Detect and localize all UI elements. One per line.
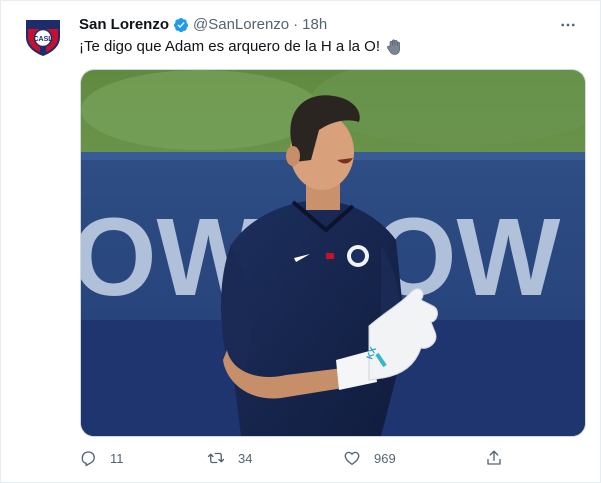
tweet-text: ¡Te digo que Adam es arquero de la H a l… bbox=[79, 38, 381, 55]
avatar[interactable]: CASL bbox=[23, 17, 63, 57]
like-icon bbox=[344, 451, 360, 466]
goalkeeper-photo: OW OW KX bbox=[81, 70, 585, 436]
like-button[interactable]: 969 bbox=[343, 447, 396, 469]
more-icon bbox=[561, 23, 575, 27]
reply-button[interactable]: 11 bbox=[79, 447, 124, 469]
reply-count: 11 bbox=[110, 450, 124, 466]
retweet-button[interactable]: 34 bbox=[207, 447, 252, 469]
svg-text:CASL: CASL bbox=[33, 36, 53, 43]
tweet-header: San Lorenzo @SanLorenzo · 18h bbox=[79, 15, 580, 35]
timestamp[interactable]: 18h bbox=[302, 15, 327, 35]
share-button[interactable] bbox=[485, 447, 503, 469]
club-crest-icon: CASL bbox=[26, 20, 60, 56]
separator-dot: · bbox=[293, 16, 299, 33]
tweet-text-row: ¡Te digo que Adam es arquero de la H a l… bbox=[79, 37, 403, 57]
tweet-card[interactable]: CASL San Lorenzo @SanLorenzo · 18h ¡Te d… bbox=[0, 0, 601, 483]
author-name[interactable]: San Lorenzo bbox=[79, 15, 169, 35]
tweet-actions: 11 34 969 bbox=[79, 447, 519, 469]
tweet-photo[interactable]: OW OW KX bbox=[80, 69, 586, 437]
more-button[interactable] bbox=[556, 15, 580, 35]
reply-icon bbox=[81, 451, 95, 467]
author-handle[interactable]: @SanLorenzo bbox=[193, 15, 289, 35]
glove-emoji-icon bbox=[387, 39, 400, 55]
verified-icon bbox=[174, 18, 189, 33]
share-icon bbox=[487, 450, 501, 465]
like-count: 969 bbox=[374, 450, 396, 466]
retweet-count: 34 bbox=[238, 450, 253, 466]
retweet-icon bbox=[207, 452, 225, 464]
